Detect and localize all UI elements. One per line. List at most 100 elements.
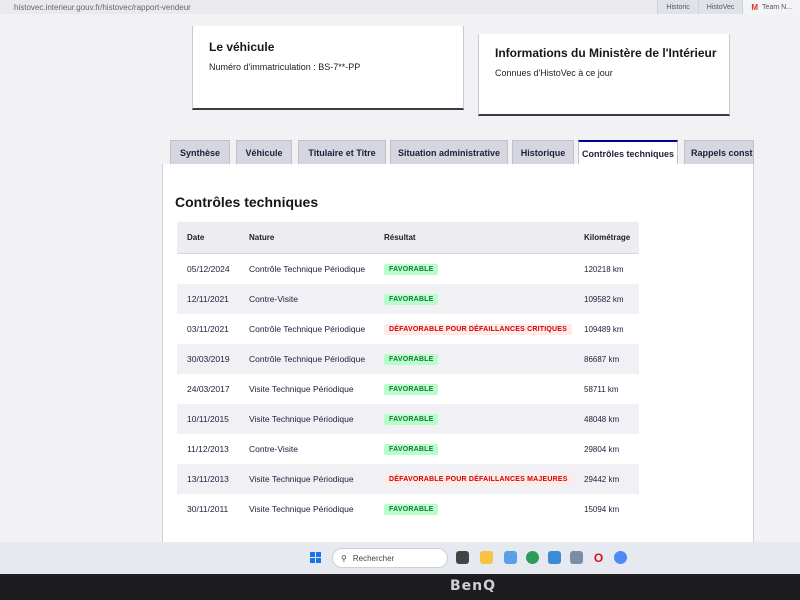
chrome-icon[interactable] (614, 551, 627, 564)
tab-synthese[interactable]: Synthèse (170, 140, 230, 166)
address-bar[interactable]: histovec.interieur.gouv.fr/histovec/rapp… (14, 3, 191, 12)
cell-date: 24/03/2017 (187, 384, 230, 394)
browser-tab-label: Historic (666, 3, 690, 11)
status-badge: FAVORABLE (384, 414, 439, 425)
file-explorer-icon[interactable] (480, 551, 493, 564)
cell-date: 11/12/2013 (187, 444, 229, 454)
header-date: Date (187, 233, 205, 242)
header-nature: Nature (249, 233, 275, 242)
cell-km: 120218 km (584, 264, 624, 274)
windows-start-icon[interactable] (310, 552, 322, 564)
cell-km: 29804 km (584, 444, 620, 454)
edge-icon[interactable] (526, 551, 539, 564)
calculator-icon[interactable] (570, 551, 583, 564)
table-row: 05/12/2024 Contrôle Technique Périodique F… (177, 254, 639, 284)
browser-tab[interactable]: Historic (657, 0, 698, 14)
controls-table: Date Nature Résultat Kilométrage 05/12/2… (177, 222, 639, 524)
tab-label: Véhicule (245, 148, 283, 158)
status-badge: DÉFAVORABLE POUR DÉFAILLANCES CRITIQUES (384, 324, 573, 335)
tab-situation[interactable]: Situation administrative (390, 140, 508, 166)
tab-titulaire[interactable]: Titulaire et Titre (298, 140, 386, 166)
status-badge: DÉFAVORABLE POUR DÉFAILLANCES MAJEURES (384, 474, 573, 485)
cell-nature: Contrôle Technique Périodique (249, 354, 366, 364)
photos-icon[interactable] (548, 551, 561, 564)
search-placeholder: Rechercher (352, 553, 395, 563)
plate-number: Numéro d'immatriculation : BS-7**-PP (209, 62, 361, 72)
search-icon: ⚲ (341, 553, 347, 563)
section-title: Contrôles techniques (175, 194, 319, 210)
tab-label: Contrôles techniques (581, 148, 674, 159)
tab-label: Situation administrative (397, 148, 501, 158)
taskbar: ⚲ Rechercher O (0, 542, 800, 574)
tab-rappels[interactable]: Rappels constructeur (684, 140, 754, 166)
cell-result: FAVORABLE (384, 413, 584, 425)
tab-historique[interactable]: Historique (512, 140, 574, 166)
cell-km: 29442 km (584, 474, 620, 484)
cell-result: FAVORABLE (384, 443, 584, 455)
cell-nature: Visite Technique Périodique (249, 414, 354, 424)
cell-date: 03/11/2021 (187, 324, 229, 334)
cell-nature: Contre-Visite (249, 444, 298, 454)
task-view-icon[interactable] (456, 551, 469, 564)
browser-tabs: Historic HistoVec M Team N... (657, 0, 800, 14)
status-badge: FAVORABLE (384, 504, 439, 515)
cell-result: DÉFAVORABLE POUR DÉFAILLANCES MAJEURES (384, 473, 584, 485)
vehicle-card: Le véhicule Numéro d'immatriculation : B… (192, 26, 464, 110)
table-row: 03/11/2021 Contrôle Technique Périodique D… (177, 314, 639, 344)
tab-label: Titulaire et Titre (308, 148, 376, 158)
browser-tab-label: HistoVec (706, 3, 735, 11)
taskbar-search[interactable]: ⚲ Rechercher (332, 548, 448, 568)
tab-controles[interactable]: Contrôles techniques (578, 140, 678, 166)
cell-km: 48048 km (584, 414, 620, 424)
table-body: 05/12/2024 Contrôle Technique Périodique F… (177, 254, 639, 524)
cell-km: 109582 km (584, 294, 624, 304)
controls-panel: Contrôles techniques Date Nature Résulta… (162, 164, 754, 542)
table-row: 30/11/2011 Visite Technique Périodique FAV… (177, 494, 639, 524)
browser-tab[interactable]: M Team N... (742, 0, 800, 14)
snipping-tool-icon[interactable] (504, 551, 517, 564)
table-row: 10/11/2015 Visite Technique Périodique FAV… (177, 404, 639, 434)
cell-nature: Visite Technique Périodique (249, 504, 354, 514)
cell-nature: Visite Technique Périodique (249, 384, 354, 394)
cell-result: FAVORABLE (384, 293, 584, 305)
cell-date: 13/11/2013 (187, 474, 229, 484)
page: Le véhicule Numéro d'immatriculation : B… (0, 14, 800, 542)
cell-date: 05/12/2024 (187, 264, 230, 274)
cell-km: 109489 km (584, 324, 624, 334)
cell-nature: Visite Technique Périodique (249, 474, 354, 484)
tab-vehicule[interactable]: Véhicule (236, 140, 292, 166)
cell-result: FAVORABLE (384, 503, 584, 515)
gmail-icon: M (751, 2, 759, 12)
cell-km: 58711 km (584, 384, 619, 394)
table-header: Date Nature Résultat Kilométrage (177, 222, 639, 254)
monitor-bezel: BenQ (0, 574, 800, 600)
status-badge: FAVORABLE (384, 384, 439, 395)
table-row: 12/11/2021 Contre-Visite FAVORABLE 109582 k… (177, 284, 639, 314)
cell-result: FAVORABLE (384, 263, 584, 275)
ministry-card: Informations du Ministère de l'Intérieur… (478, 34, 730, 116)
vehicle-card-title: Le véhicule (209, 40, 275, 54)
table-row: 30/03/2019 Contrôle Technique Périodique F… (177, 344, 639, 374)
ministry-card-text: Connues d'HistoVec à ce jour (495, 68, 613, 78)
status-badge: FAVORABLE (384, 444, 439, 455)
status-badge: FAVORABLE (384, 264, 439, 275)
status-badge: FAVORABLE (384, 354, 439, 365)
header-km: Kilométrage (584, 233, 631, 242)
monitor-brand-logo: BenQ (450, 578, 497, 594)
cell-result: DÉFAVORABLE POUR DÉFAILLANCES CRITIQUES (384, 323, 584, 335)
browser-tab-label: Team N... (762, 3, 792, 11)
tab-label: Rappels constructeur (691, 148, 754, 158)
cell-date: 10/11/2015 (187, 414, 229, 424)
browser-tab[interactable]: HistoVec (697, 0, 743, 14)
status-badge: FAVORABLE (384, 294, 439, 305)
cell-nature: Contrôle Technique Périodique (249, 324, 366, 334)
cell-result: FAVORABLE (384, 353, 584, 365)
opera-icon[interactable]: O (592, 551, 605, 565)
table-row: 24/03/2017 Visite Technique Périodique FAV… (177, 374, 639, 404)
browser-toolbar: histovec.interieur.gouv.fr/histovec/rapp… (0, 0, 800, 14)
table-row: 13/11/2013 Visite Technique Périodique DÉF… (177, 464, 639, 494)
cell-date: 30/03/2019 (187, 354, 230, 364)
table-row: 11/12/2013 Contre-Visite FAVORABLE 29804 km (177, 434, 639, 464)
cell-result: FAVORABLE (384, 383, 584, 395)
cell-nature: Contrôle Technique Périodique (249, 264, 366, 274)
